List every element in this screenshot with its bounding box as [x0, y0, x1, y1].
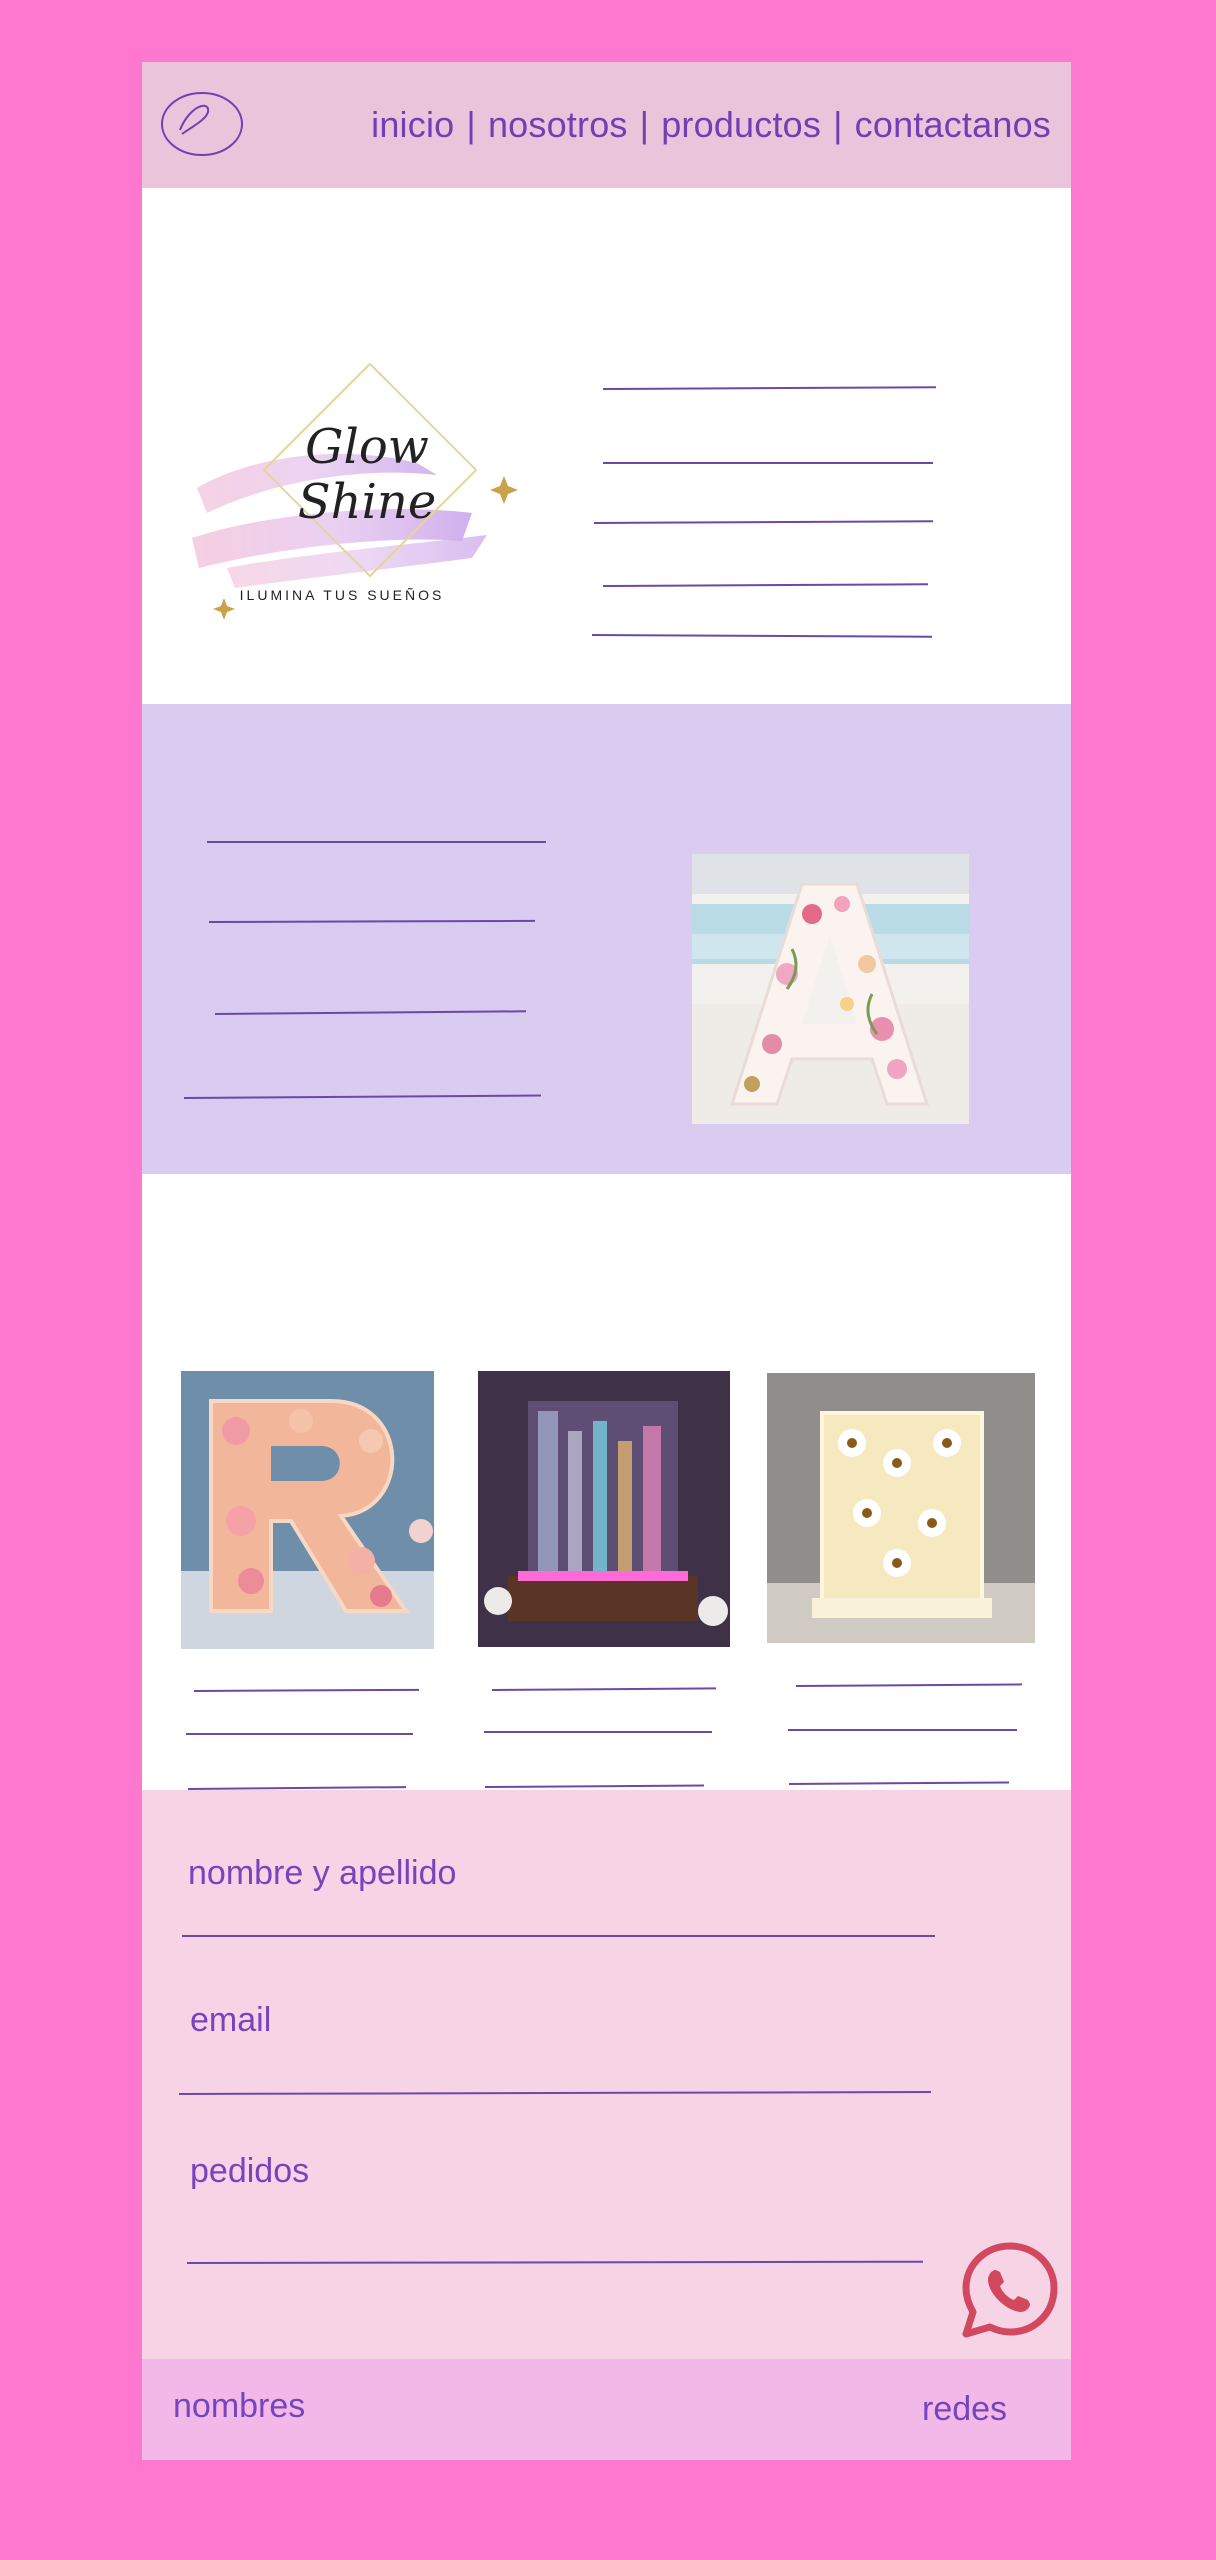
product-image-letter-r[interactable] — [181, 1371, 434, 1649]
contact-form-section: nombre y apellido email pedidos — [142, 1790, 1071, 2359]
text-placeholder-line — [591, 634, 932, 638]
text-placeholder-line — [484, 1731, 712, 1733]
nav-inicio[interactable]: inicio — [371, 104, 454, 146]
product-image-led-lamp[interactable] — [478, 1371, 730, 1647]
text-placeholder-line — [209, 919, 536, 923]
product-image-daisy-panel[interactable] — [767, 1373, 1035, 1643]
text-placeholder-line — [603, 386, 937, 390]
nav-separator: | — [639, 104, 650, 145]
text-placeholder-line — [788, 1729, 1017, 1731]
nav-separator: | — [833, 104, 843, 145]
text-placeholder-line — [789, 1781, 1010, 1785]
nav-separator: | — [466, 104, 476, 145]
main-nav: inicio | nosotros | productos | contactanos — [371, 104, 1051, 146]
products-section — [142, 1174, 1071, 1790]
name-field[interactable] — [182, 1935, 935, 1937]
sparkle-icon — [490, 476, 518, 504]
nav-productos[interactable]: productos — [661, 104, 821, 146]
about-section — [142, 704, 1071, 1174]
name-field-label: nombre y apellido — [188, 1854, 457, 1892]
text-placeholder-line — [215, 1010, 527, 1015]
circle-sketch-icon[interactable] — [160, 90, 244, 158]
text-placeholder-line — [207, 841, 546, 843]
text-placeholder-line — [186, 1733, 413, 1735]
logo-tagline: ILUMINA TUS SUEÑOS — [240, 587, 445, 603]
text-placeholder-line — [594, 520, 934, 524]
text-placeholder-line — [194, 1688, 420, 1692]
resin-letter-a-image — [692, 854, 969, 1124]
header: inicio | nosotros | productos | contactanos — [142, 62, 1071, 188]
nav-nosotros[interactable]: nosotros — [488, 104, 628, 146]
text-placeholder-line — [184, 1094, 542, 1099]
hero-section: Glow Shine ILUMINA TUS SUEÑOS — [142, 188, 1071, 704]
text-placeholder-line — [603, 583, 929, 587]
orders-field-label: pedidos — [190, 2152, 310, 2190]
brand-logo: Glow Shine ILUMINA TUS SUEÑOS — [192, 363, 518, 620]
text-placeholder-line — [796, 1683, 1023, 1687]
text-placeholder-line — [603, 462, 933, 464]
nav-contactanos[interactable]: contactanos — [855, 104, 1051, 146]
text-placeholder-line — [485, 1784, 705, 1788]
orders-field[interactable] — [187, 2260, 924, 2264]
email-field[interactable] — [179, 2091, 932, 2095]
email-field-label: email — [190, 2001, 272, 2039]
text-placeholder-line — [492, 1687, 717, 1691]
footer: nombres redes — [142, 2359, 1071, 2460]
page-frame: inicio | nosotros | productos | contactanos Gl… — [142, 62, 1071, 2460]
whatsapp-icon[interactable] — [960, 2240, 1060, 2340]
footer-names: nombres — [173, 2387, 306, 2425]
logo-title-glow: Glow — [305, 419, 429, 475]
footer-social-link[interactable]: redes — [922, 2390, 1007, 2429]
logo-title-shine: Shine — [298, 474, 436, 530]
sparkle-icon — [213, 598, 235, 620]
